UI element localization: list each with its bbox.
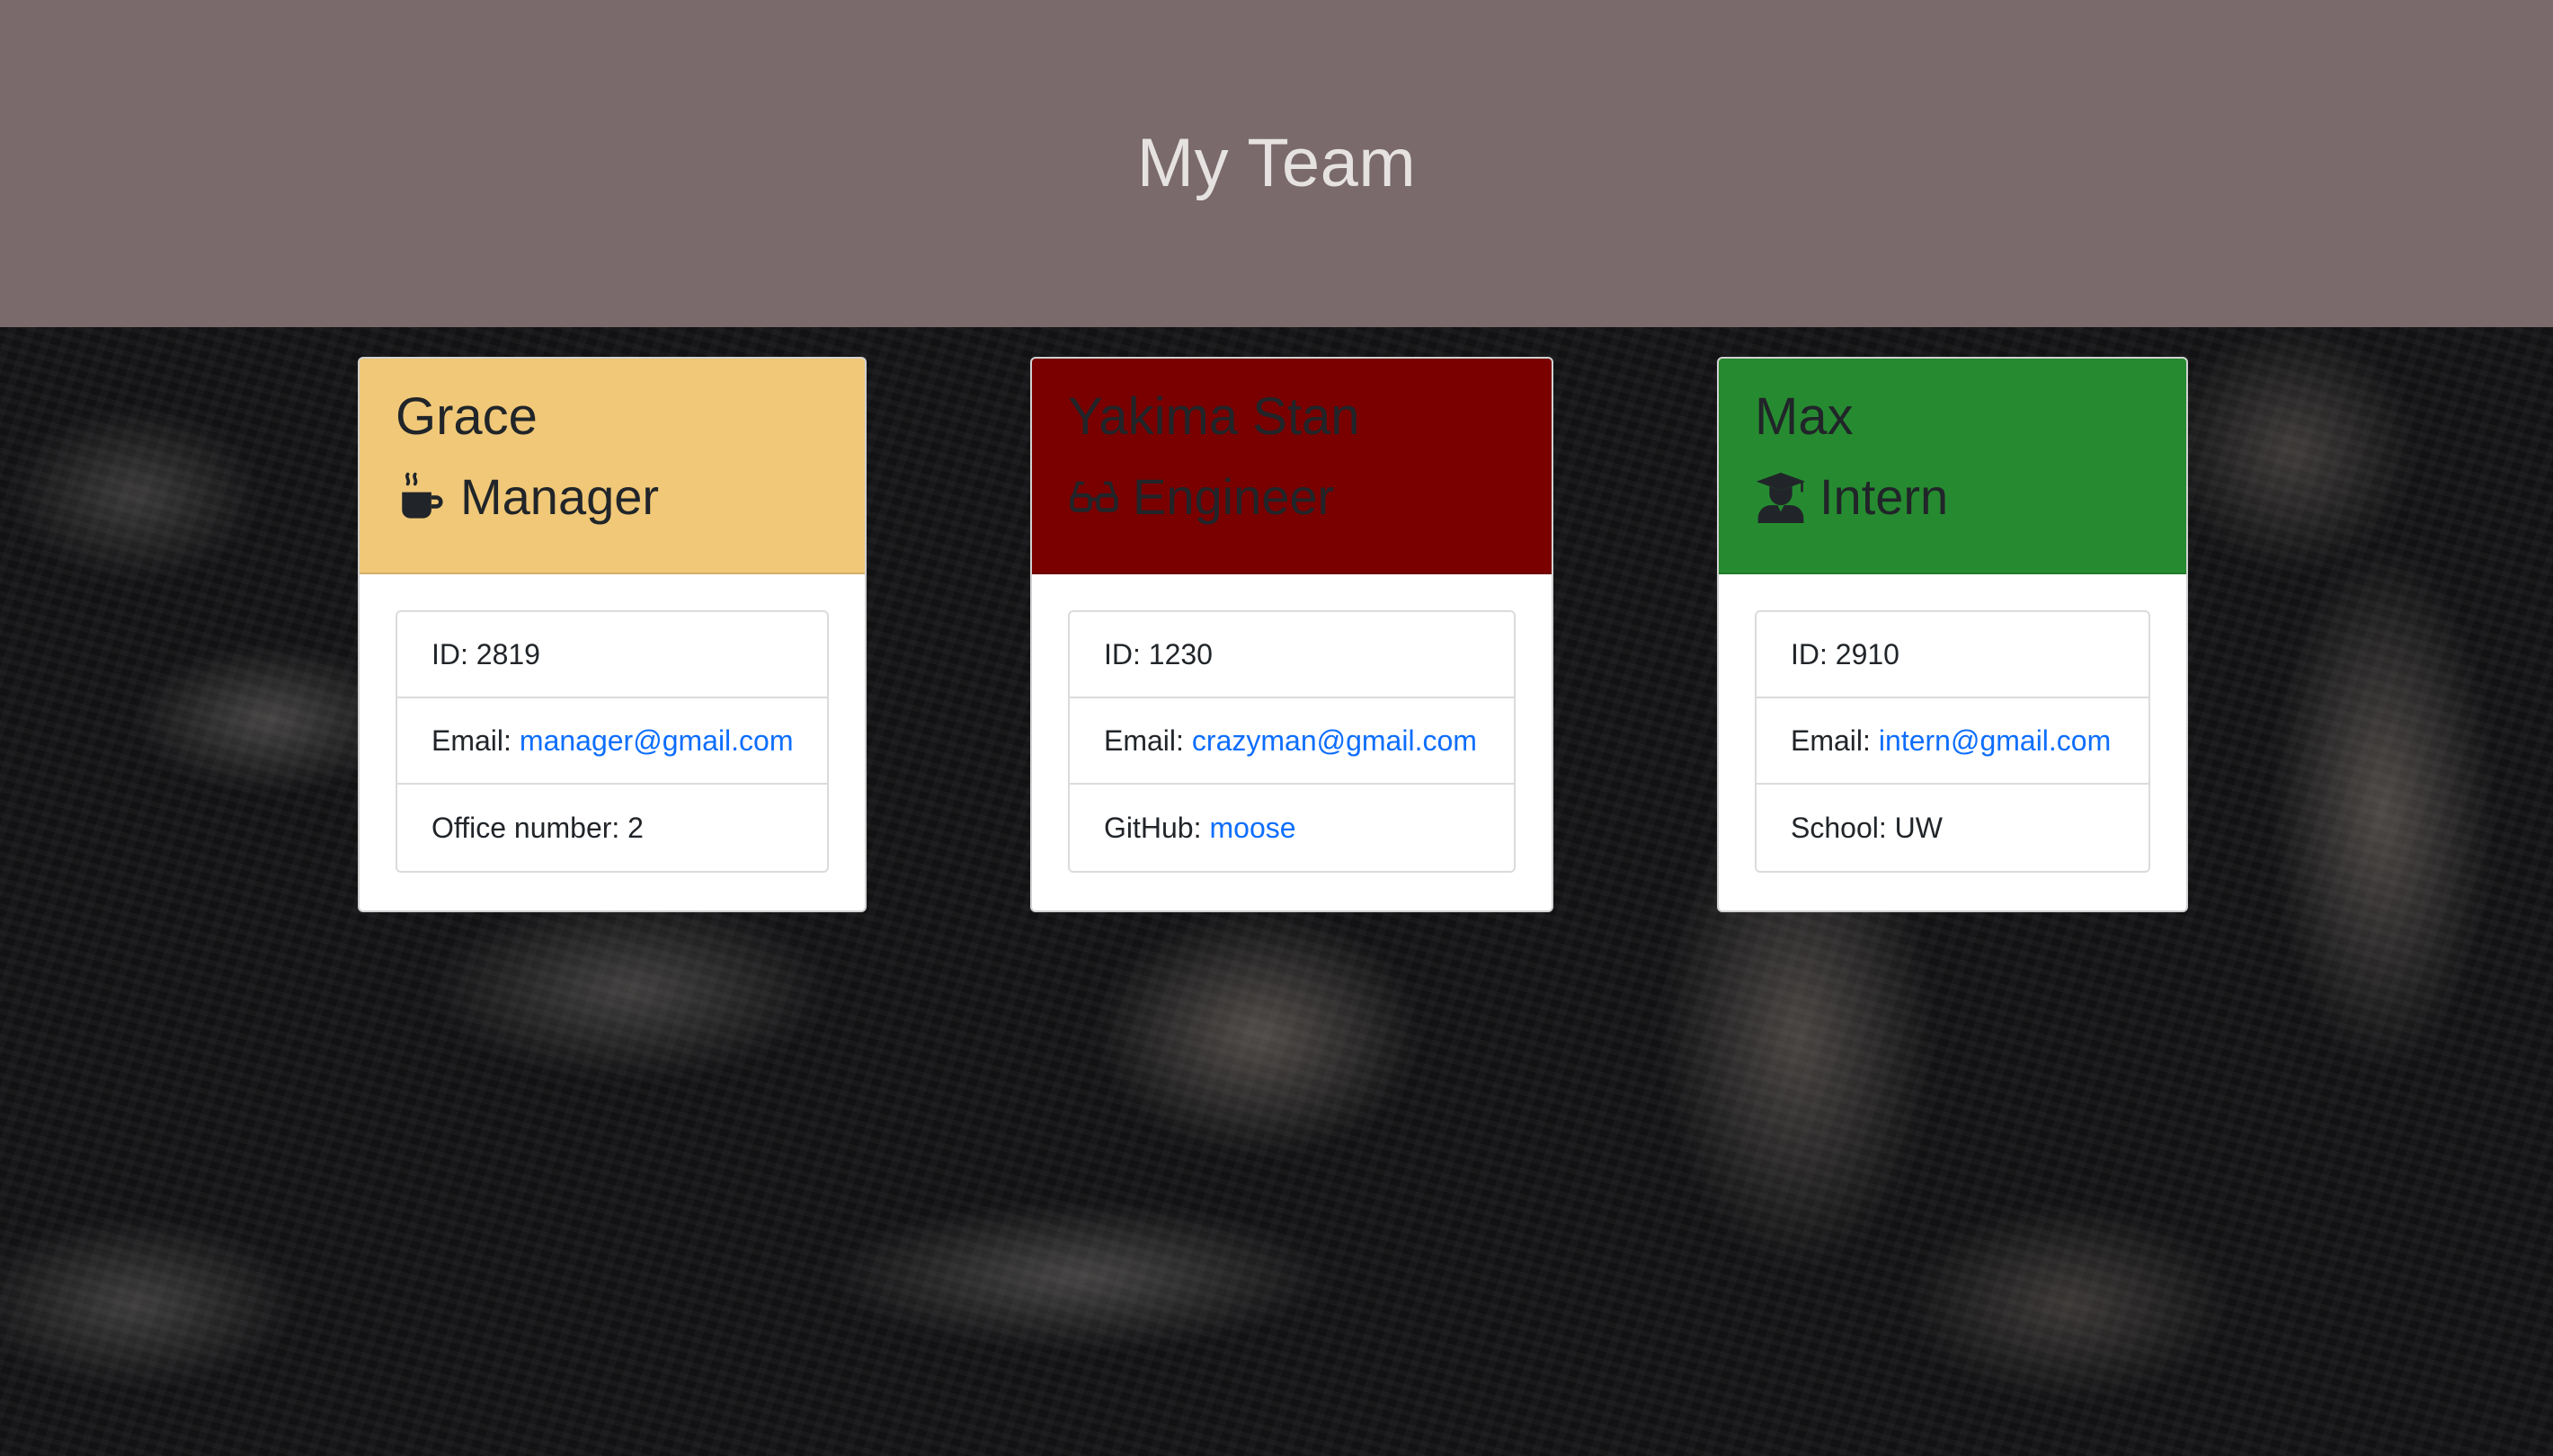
- id-row: ID: 2819: [397, 612, 827, 698]
- coffee-mug-icon: [402, 472, 443, 519]
- github-row: GitHub: moose: [1070, 785, 1514, 871]
- office-number-row: Office number: 2: [397, 785, 827, 871]
- intern-card: Max Intern ID: 2910 Email: intern@gmail.c…: [1717, 357, 2188, 912]
- office-number-value: 2: [627, 811, 644, 844]
- page-title: My Team: [1136, 124, 1417, 201]
- employee-name: Yakima Stan: [1068, 387, 1360, 446]
- school-row: School: UW: [1757, 785, 2148, 871]
- card-body: ID: 1230 Email: crazyman@gmail.com GitHub…: [1032, 574, 1552, 909]
- id-label: ID:: [431, 637, 468, 670]
- card-header: Grace Manager: [360, 359, 865, 574]
- card-header: Yakima Stan Engineer: [1032, 359, 1552, 574]
- role-label: Manager: [460, 468, 660, 525]
- info-list: ID: 1230 Email: crazyman@gmail.com GitHub…: [1068, 610, 1516, 873]
- email-link[interactable]: crazyman@gmail.com: [1192, 724, 1477, 758]
- glasses-icon: [1070, 481, 1118, 512]
- id-row: ID: 2910: [1757, 612, 2148, 698]
- email-label: Email:: [1791, 724, 1871, 757]
- id-label: ID:: [1104, 637, 1141, 670]
- id-row: ID: 1230: [1070, 612, 1514, 698]
- office-number-label: Office number:: [431, 811, 620, 844]
- graduate-icon: [1756, 472, 1806, 523]
- school-value: UW: [1894, 811, 1943, 844]
- role-label: Engineer: [1133, 468, 1335, 525]
- employee-name: Max: [1755, 387, 1854, 446]
- school-label: School:: [1791, 811, 1887, 844]
- card-body: ID: 2819 Email: manager@gmail.com Office …: [360, 574, 865, 909]
- email-link[interactable]: intern@gmail.com: [1879, 724, 2111, 758]
- employee-role: Engineer: [1068, 468, 1516, 526]
- email-label: Email:: [431, 724, 511, 757]
- info-list: ID: 2819 Email: manager@gmail.com Office …: [396, 610, 829, 873]
- page-header: My Team: [0, 0, 2553, 327]
- employee-role: Manager: [396, 468, 829, 526]
- id-value: 2819: [476, 637, 540, 670]
- github-link[interactable]: moose: [1209, 812, 1295, 845]
- role-label: Intern: [1819, 468, 1949, 525]
- info-list: ID: 2910 Email: intern@gmail.com School: …: [1755, 610, 2150, 873]
- github-label: GitHub:: [1104, 811, 1202, 844]
- email-label: Email:: [1104, 724, 1184, 757]
- id-value: 1230: [1148, 637, 1213, 670]
- email-link[interactable]: manager@gmail.com: [520, 724, 794, 758]
- id-value: 2910: [1835, 637, 1899, 670]
- email-row: Email: intern@gmail.com: [1757, 698, 2148, 785]
- card-body: ID: 2910 Email: intern@gmail.com School: …: [1719, 574, 2186, 909]
- email-row: Email: manager@gmail.com: [397, 698, 827, 785]
- email-row: Email: crazyman@gmail.com: [1070, 698, 1514, 785]
- id-label: ID:: [1791, 637, 1828, 670]
- engineer-card: Yakima Stan Engineer ID: 1230 Email: craz…: [1030, 357, 1553, 912]
- card-header: Max Intern: [1719, 359, 2186, 574]
- manager-card: Grace Manager ID: 2819 Email: manager@gma…: [358, 357, 867, 912]
- employee-role: Intern: [1755, 468, 2150, 526]
- employee-name: Grace: [396, 387, 538, 446]
